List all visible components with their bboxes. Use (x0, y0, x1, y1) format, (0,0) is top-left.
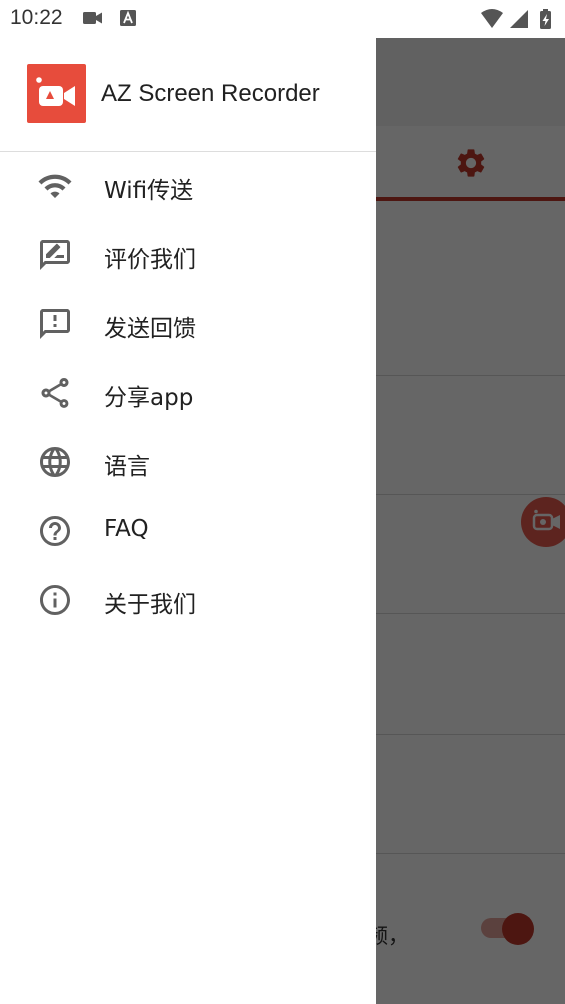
signal-icon (510, 10, 528, 28)
battery-charging-icon (540, 9, 551, 29)
menu-item-send-feedback[interactable]: 发送回馈 (0, 290, 376, 359)
menu-item-share-app[interactable]: 分享app (0, 359, 376, 428)
menu-item-about-us[interactable]: 关于我们 (0, 566, 376, 635)
menu-item-language[interactable]: 语言 (0, 428, 376, 497)
status-icons-left (83, 9, 143, 33)
drawer-menu: Wifi传送 评价我们 发送回馈 分享app 语言 FAQ 关于我们 (0, 152, 376, 635)
menu-item-wifi-transfer[interactable]: Wifi传送 (0, 152, 376, 221)
status-time: 10:22 (10, 6, 63, 29)
menu-item-label: FAQ (104, 516, 149, 542)
menu-item-label: Wifi传送 (104, 178, 194, 204)
menu-item-label: 关于我们 (104, 592, 196, 618)
menu-item-label: 评价我们 (104, 247, 196, 273)
navigation-drawer: AZ Screen Recorder Wifi传送 评价我们 发送回馈 分享ap… (0, 38, 376, 1004)
drawer-header: AZ Screen Recorder (0, 38, 376, 152)
help-circle-icon (36, 512, 74, 550)
info-circle-icon (36, 581, 74, 619)
rate-feedback-icon (36, 236, 74, 274)
report-feedback-icon (36, 305, 74, 343)
share-icon (36, 374, 74, 412)
status-bar: 10:22 (0, 0, 565, 38)
app-title: AZ Screen Recorder (101, 80, 320, 107)
app-logo-icon (27, 64, 86, 123)
globe-icon (36, 443, 74, 481)
menu-item-label: 发送回馈 (104, 316, 196, 342)
menu-item-label: 语言 (104, 454, 150, 480)
video-camera-icon (83, 12, 102, 24)
accessibility-icon (120, 10, 136, 26)
menu-item-faq[interactable]: FAQ (0, 497, 376, 566)
status-icons-right (481, 8, 555, 34)
menu-item-rate-us[interactable]: 评价我们 (0, 221, 376, 290)
wifi-icon (481, 9, 503, 28)
menu-item-label: 分享app (104, 385, 194, 411)
wifi-icon (36, 167, 74, 205)
